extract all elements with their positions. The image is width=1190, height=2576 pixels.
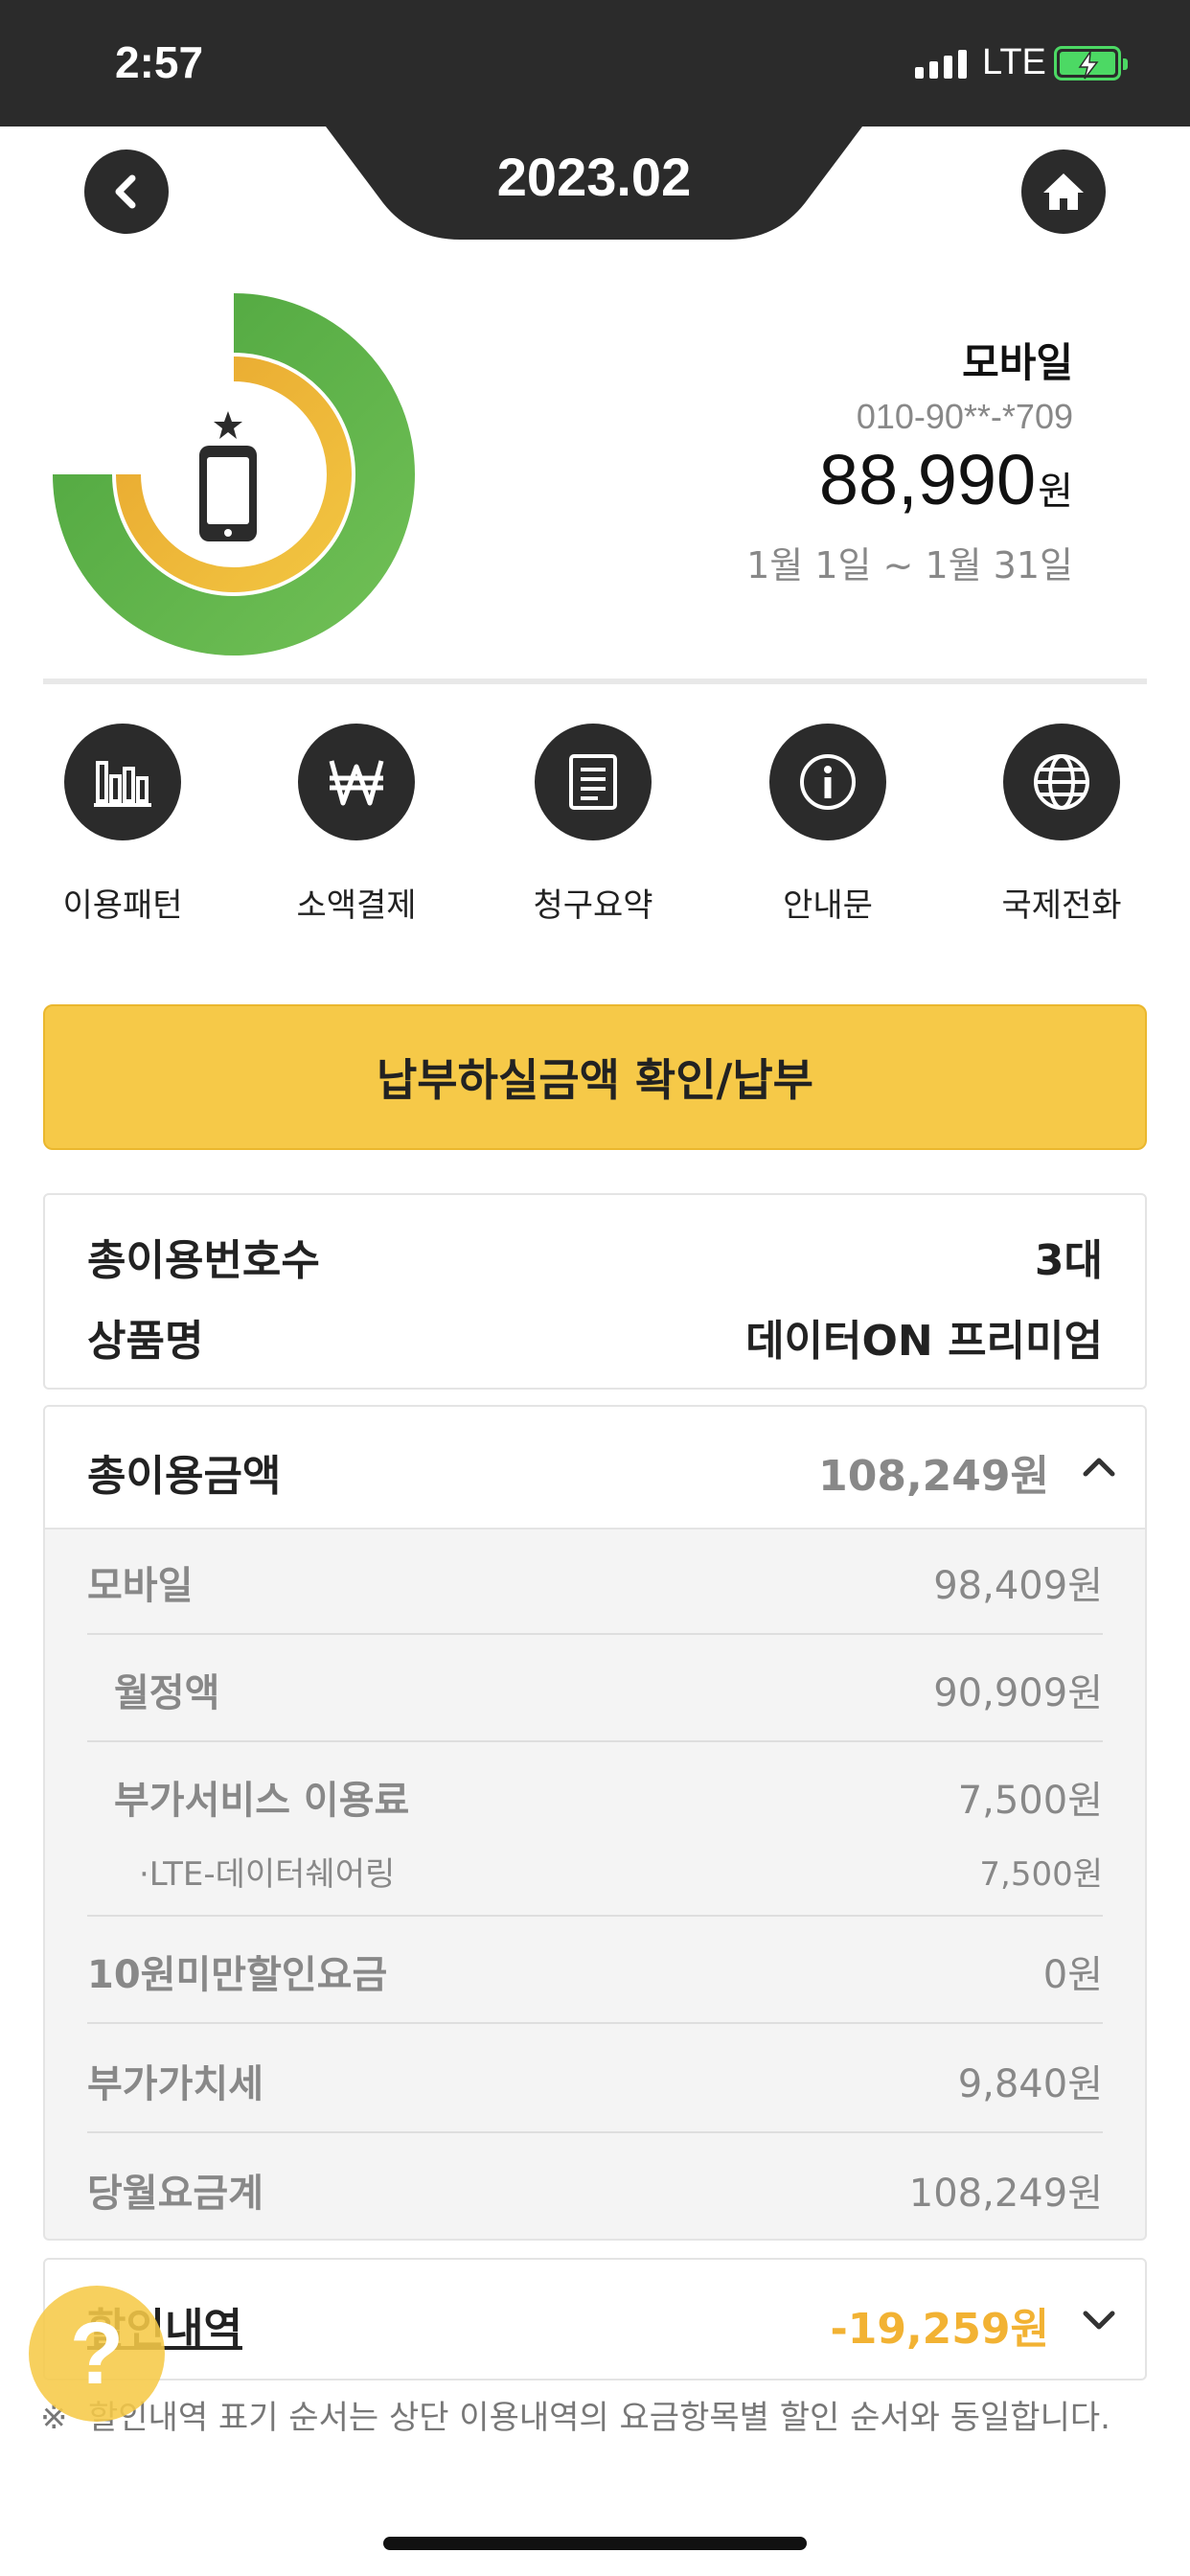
- quick-usage-pattern[interactable]: 이용패턴: [27, 724, 218, 926]
- quick-menu: 이용패턴 소액결제 청구요약 안내문 국제전화: [0, 724, 1190, 934]
- chevron-down-icon: [1083, 2311, 1115, 2330]
- divider: [43, 678, 1147, 684]
- usage-total: 108,249원: [818, 1452, 1049, 1501]
- quick-label: 안내문: [783, 886, 873, 925]
- usage-detail-card: 총이용금액 108,249원 모바일 98,409원 월정액 90,909원 부가서…: [43, 1405, 1147, 2241]
- usage-row: 10원미만할인요금 0원: [87, 1953, 1103, 1997]
- product-label: 상품명: [87, 1317, 204, 1366]
- line-count-row: 총이용번호수 3대: [87, 1226, 1103, 1287]
- quick-notice[interactable]: 안내문: [732, 724, 924, 926]
- usage-header[interactable]: 총이용금액 108,249원: [45, 1407, 1145, 1530]
- discount-value: -19,259원: [830, 2305, 1049, 2354]
- globe-icon: [1003, 724, 1120, 840]
- discount-note: ※ 할인내역 표기 순서는 상단 이용내역의 요금항목별 할인 순서와 동일합니…: [40, 2399, 1110, 2437]
- bill-summary: 모바일 010-90**-*709 88,990원 1월 1일 ~ 1월 31일: [746, 331, 1073, 588]
- help-button[interactable]: ?: [29, 2286, 165, 2422]
- usage-row: 부가서비스 이용료 7,500원: [114, 1779, 1103, 1823]
- status-bar: 2:57 LTE: [0, 0, 1190, 126]
- home-button[interactable]: [1021, 150, 1106, 234]
- month-title: 2023.02: [496, 147, 692, 207]
- usage-row: 모바일 98,409원: [87, 1564, 1103, 1608]
- phone-number: 010-90**-*709: [856, 397, 1073, 436]
- bill-period: 1월 1일 ~ 1월 31일: [746, 544, 1073, 586]
- usage-row: 당월요금계 108,249원: [87, 2172, 1103, 2216]
- won-icon: [298, 724, 415, 840]
- star-icon: [214, 411, 242, 439]
- signal-icon: [915, 50, 967, 79]
- quick-label: 이용패턴: [62, 886, 183, 925]
- battery-icon: [1054, 46, 1128, 80]
- bar-chart-icon: [64, 724, 181, 840]
- service-kind: 모바일: [962, 339, 1073, 386]
- status-time: 2:57: [115, 37, 204, 87]
- header: 2023.02: [0, 126, 1190, 251]
- line-count-label: 총이용번호수: [87, 1236, 320, 1285]
- document-icon: [535, 724, 652, 840]
- chevron-up-icon: [1083, 1458, 1115, 1477]
- quick-intl-call[interactable]: 국제전화: [966, 724, 1157, 926]
- home-icon: [1043, 173, 1084, 210]
- line-count-value: 3대: [1034, 1236, 1103, 1285]
- quick-label: 소액결제: [296, 886, 417, 925]
- plan-info-card: 총이용번호수 3대 상품명 데이터ON 프리미엄: [43, 1193, 1147, 1390]
- bill-amount: 88,990원: [818, 440, 1073, 519]
- usage-subrow: ·LTE-데이터쉐어링 7,500원: [139, 1855, 1103, 1894]
- network-label: LTE: [982, 42, 1046, 82]
- pay-button[interactable]: 납부하실금액 확인/납부: [43, 1004, 1147, 1150]
- back-button[interactable]: [84, 150, 169, 234]
- chevron-left-icon: [115, 174, 136, 209]
- quick-label: 국제전화: [1001, 886, 1122, 925]
- quick-bill-summary[interactable]: 청구요약: [497, 724, 689, 926]
- quick-label: 청구요약: [533, 886, 653, 925]
- discount-card[interactable]: 할인내역 -19,259원: [43, 2258, 1147, 2380]
- product-value: 데이터ON 프리미엄: [745, 1317, 1103, 1366]
- question-icon: ?: [69, 2304, 125, 2403]
- product-row: 상품명 데이터ON 프리미엄: [87, 1306, 1103, 1368]
- phone-icon: [199, 446, 257, 541]
- usage-donut-chart: [53, 293, 415, 656]
- usage-row: 부가가치세 9,840원: [87, 2062, 1103, 2106]
- quick-micropayment[interactable]: 소액결제: [261, 724, 452, 926]
- usage-title: 총이용금액: [87, 1452, 282, 1501]
- info-icon: [769, 724, 886, 840]
- usage-row: 월정액 90,909원: [114, 1671, 1103, 1715]
- home-indicator: [383, 2537, 807, 2550]
